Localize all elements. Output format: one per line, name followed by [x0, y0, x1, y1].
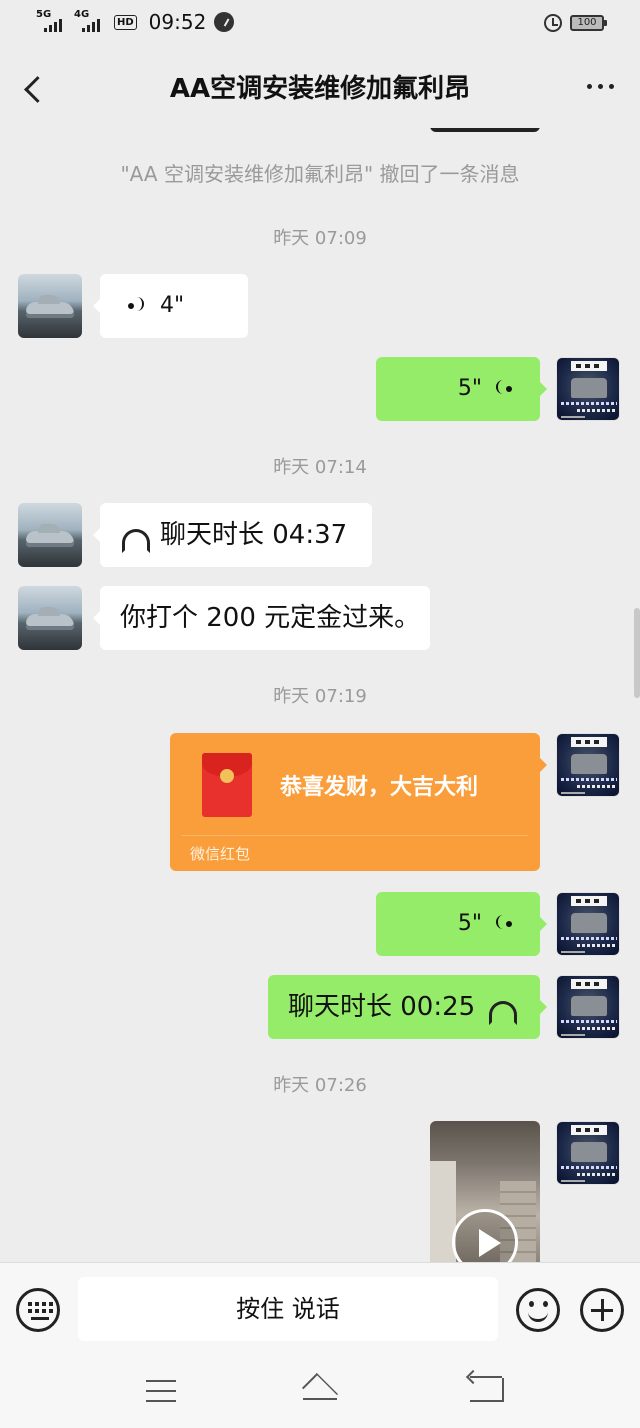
- voice-duration: 4": [160, 293, 185, 318]
- chat-area[interactable]: "AA 空调安装维修加氟利昂" 撤回了一条消息 昨天 07:09 4" 5" 昨…: [0, 128, 640, 1262]
- hold-to-talk-button[interactable]: 按住 说话: [78, 1277, 498, 1341]
- voice-wave-icon: [128, 295, 146, 317]
- signal-4g-icon: 4G: [74, 10, 104, 34]
- voice-message-out[interactable]: 5": [376, 357, 547, 421]
- video-message[interactable]: [430, 1121, 540, 1262]
- menu-icon[interactable]: [146, 1380, 176, 1402]
- call-duration: 聊天时长 04:37: [160, 520, 348, 550]
- emoji-icon[interactable]: [516, 1288, 560, 1332]
- keyboard-icon[interactable]: [16, 1288, 60, 1332]
- contact-avatar[interactable]: [18, 274, 82, 338]
- timestamp: 昨天 07:19: [273, 686, 367, 707]
- scrollbar[interactable]: [634, 608, 640, 698]
- voice-duration: 5": [457, 911, 482, 936]
- voice-message-in[interactable]: 4": [93, 274, 248, 338]
- my-avatar[interactable]: [556, 975, 620, 1039]
- input-bar: 按住 说话: [0, 1262, 640, 1358]
- hd-badge: HD: [114, 14, 137, 30]
- red-packet-icon: [202, 753, 252, 817]
- signal-5g-icon: 5G: [36, 10, 66, 34]
- back-icon[interactable]: [470, 1376, 504, 1402]
- red-packet-message[interactable]: 恭喜发财，大吉大利 微信红包: [170, 733, 547, 871]
- partial-media-message[interactable]: [430, 128, 540, 132]
- red-packet-greeting: 恭喜发财，大吉大利: [280, 775, 479, 800]
- home-icon[interactable]: [298, 1374, 342, 1404]
- contact-avatar[interactable]: [18, 586, 82, 650]
- status-bar: 5G 4G HD 09:52 100: [0, 0, 640, 50]
- voice-call-message-out[interactable]: 聊天时长 00:25: [268, 975, 547, 1039]
- my-avatar[interactable]: [556, 733, 620, 797]
- timestamp: 昨天 07:26: [273, 1075, 367, 1096]
- timestamp: 昨天 07:14: [273, 457, 367, 478]
- battery-icon: 100: [570, 15, 607, 31]
- call-duration: 聊天时长 00:25: [288, 992, 476, 1022]
- my-avatar[interactable]: [556, 892, 620, 956]
- my-avatar[interactable]: [556, 1121, 620, 1185]
- status-left: 5G 4G HD 09:52: [36, 10, 235, 34]
- red-packet-label: 微信红包: [190, 845, 251, 863]
- phone-icon: [487, 1000, 518, 1025]
- more-options-icon[interactable]: [587, 84, 614, 89]
- phone-icon: [120, 528, 150, 553]
- notification-icon: [214, 12, 235, 32]
- chat-header: AA空调安装维修加氟利昂: [0, 50, 640, 128]
- plus-icon[interactable]: [580, 1288, 624, 1332]
- voice-message-out[interactable]: 5": [376, 892, 547, 956]
- back-arrow-icon[interactable]: [18, 70, 48, 108]
- text-message-in[interactable]: 你打个 200 元定金过来。: [93, 586, 430, 650]
- voice-wave-icon: [494, 378, 512, 400]
- voice-wave-icon: [494, 913, 512, 935]
- alarm-icon: [544, 14, 562, 32]
- voice-duration: 5": [457, 376, 482, 401]
- contact-avatar[interactable]: [18, 503, 82, 567]
- status-time: 09:52: [148, 10, 207, 34]
- timestamp: 昨天 07:09: [273, 228, 367, 249]
- divider: [182, 835, 528, 836]
- my-avatar[interactable]: [556, 357, 620, 421]
- chat-title: AA空调安装维修加氟利昂: [169, 74, 471, 104]
- status-right: 100: [544, 14, 607, 32]
- voice-call-message-in[interactable]: 聊天时长 04:37: [93, 503, 372, 567]
- system-nav-bar: [0, 1358, 640, 1428]
- recall-notice: "AA 空调安装维修加氟利昂" 撤回了一条消息: [120, 162, 520, 186]
